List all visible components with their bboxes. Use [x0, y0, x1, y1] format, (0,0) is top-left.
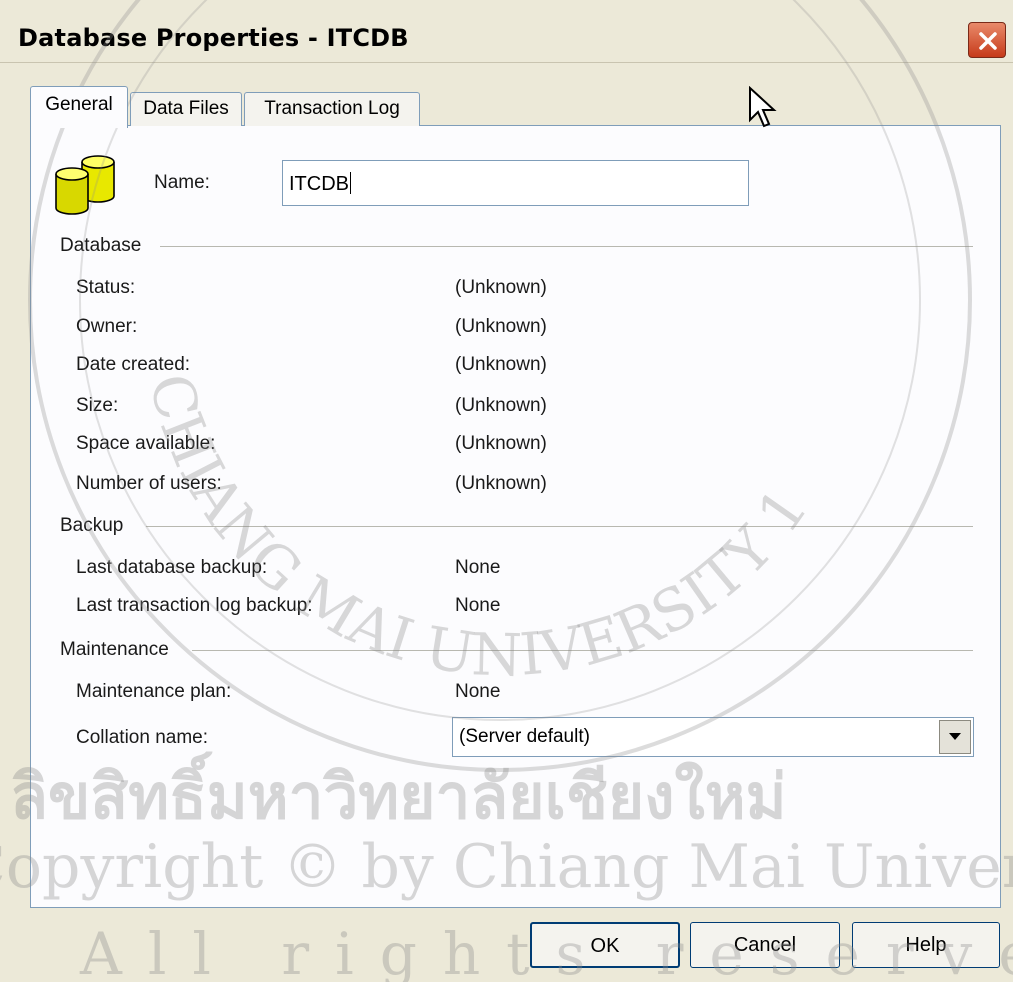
- general-tab-panel: [30, 125, 1001, 908]
- owner-value: (Unknown): [455, 316, 547, 337]
- dropdown-arrow-icon: [949, 733, 961, 740]
- name-label: Name:: [154, 172, 210, 193]
- collation-dropdown-button[interactable]: [939, 720, 971, 754]
- mouse-cursor-icon: [749, 86, 777, 128]
- collation-name-label: Collation name:: [76, 727, 209, 748]
- help-button[interactable]: Help: [852, 922, 1000, 968]
- name-field-value: ITCDB: [289, 173, 349, 195]
- collation-name-select[interactable]: (Server default): [452, 717, 974, 757]
- close-icon: [979, 32, 997, 50]
- size-value: (Unknown): [455, 395, 547, 416]
- date-created-label: Date created:: [76, 354, 191, 375]
- space-available-value: (Unknown): [455, 433, 547, 454]
- database-section-header: Database: [60, 235, 142, 256]
- status-value: (Unknown): [455, 277, 547, 298]
- tab-data-files[interactable]: Data Files: [130, 92, 242, 126]
- last-database-backup-label: Last database backup:: [76, 557, 268, 578]
- database-icon: [55, 155, 115, 215]
- status-label: Status:: [76, 277, 136, 298]
- name-field[interactable]: ITCDB: [282, 160, 749, 206]
- title-bar[interactable]: Database Properties - ITCDB: [0, 0, 1013, 63]
- maintenance-section-header: Maintenance: [60, 639, 169, 660]
- space-available-label: Space available:: [76, 433, 216, 454]
- window-title: Database Properties - ITCDB: [18, 24, 409, 52]
- backup-section-header: Backup: [60, 515, 124, 536]
- section-divider: [192, 650, 973, 651]
- maintenance-plan-label: Maintenance plan:: [76, 681, 232, 702]
- section-divider: [146, 526, 973, 527]
- tab-general[interactable]: General: [30, 86, 128, 128]
- text-caret: [350, 171, 351, 194]
- section-divider: [160, 246, 973, 247]
- size-label: Size:: [76, 395, 119, 416]
- database-properties-dialog: Database Properties - ITCDB General Data…: [0, 0, 1013, 982]
- last-transaction-log-backup-label: Last transaction log backup:: [76, 595, 313, 616]
- collation-selected-value: (Server default): [459, 726, 590, 747]
- number-of-users-label: Number of users:: [76, 473, 222, 494]
- tab-transaction-log[interactable]: Transaction Log: [244, 92, 420, 126]
- owner-label: Owner:: [76, 316, 138, 337]
- maintenance-plan-value: None: [455, 681, 501, 702]
- number-of-users-value: (Unknown): [455, 473, 547, 494]
- last-database-backup-value: None: [455, 557, 501, 578]
- last-transaction-log-backup-value: None: [455, 595, 501, 616]
- ok-button[interactable]: OK: [530, 922, 680, 968]
- date-created-value: (Unknown): [455, 354, 547, 375]
- cancel-button[interactable]: Cancel: [690, 922, 840, 968]
- close-button[interactable]: [968, 22, 1006, 58]
